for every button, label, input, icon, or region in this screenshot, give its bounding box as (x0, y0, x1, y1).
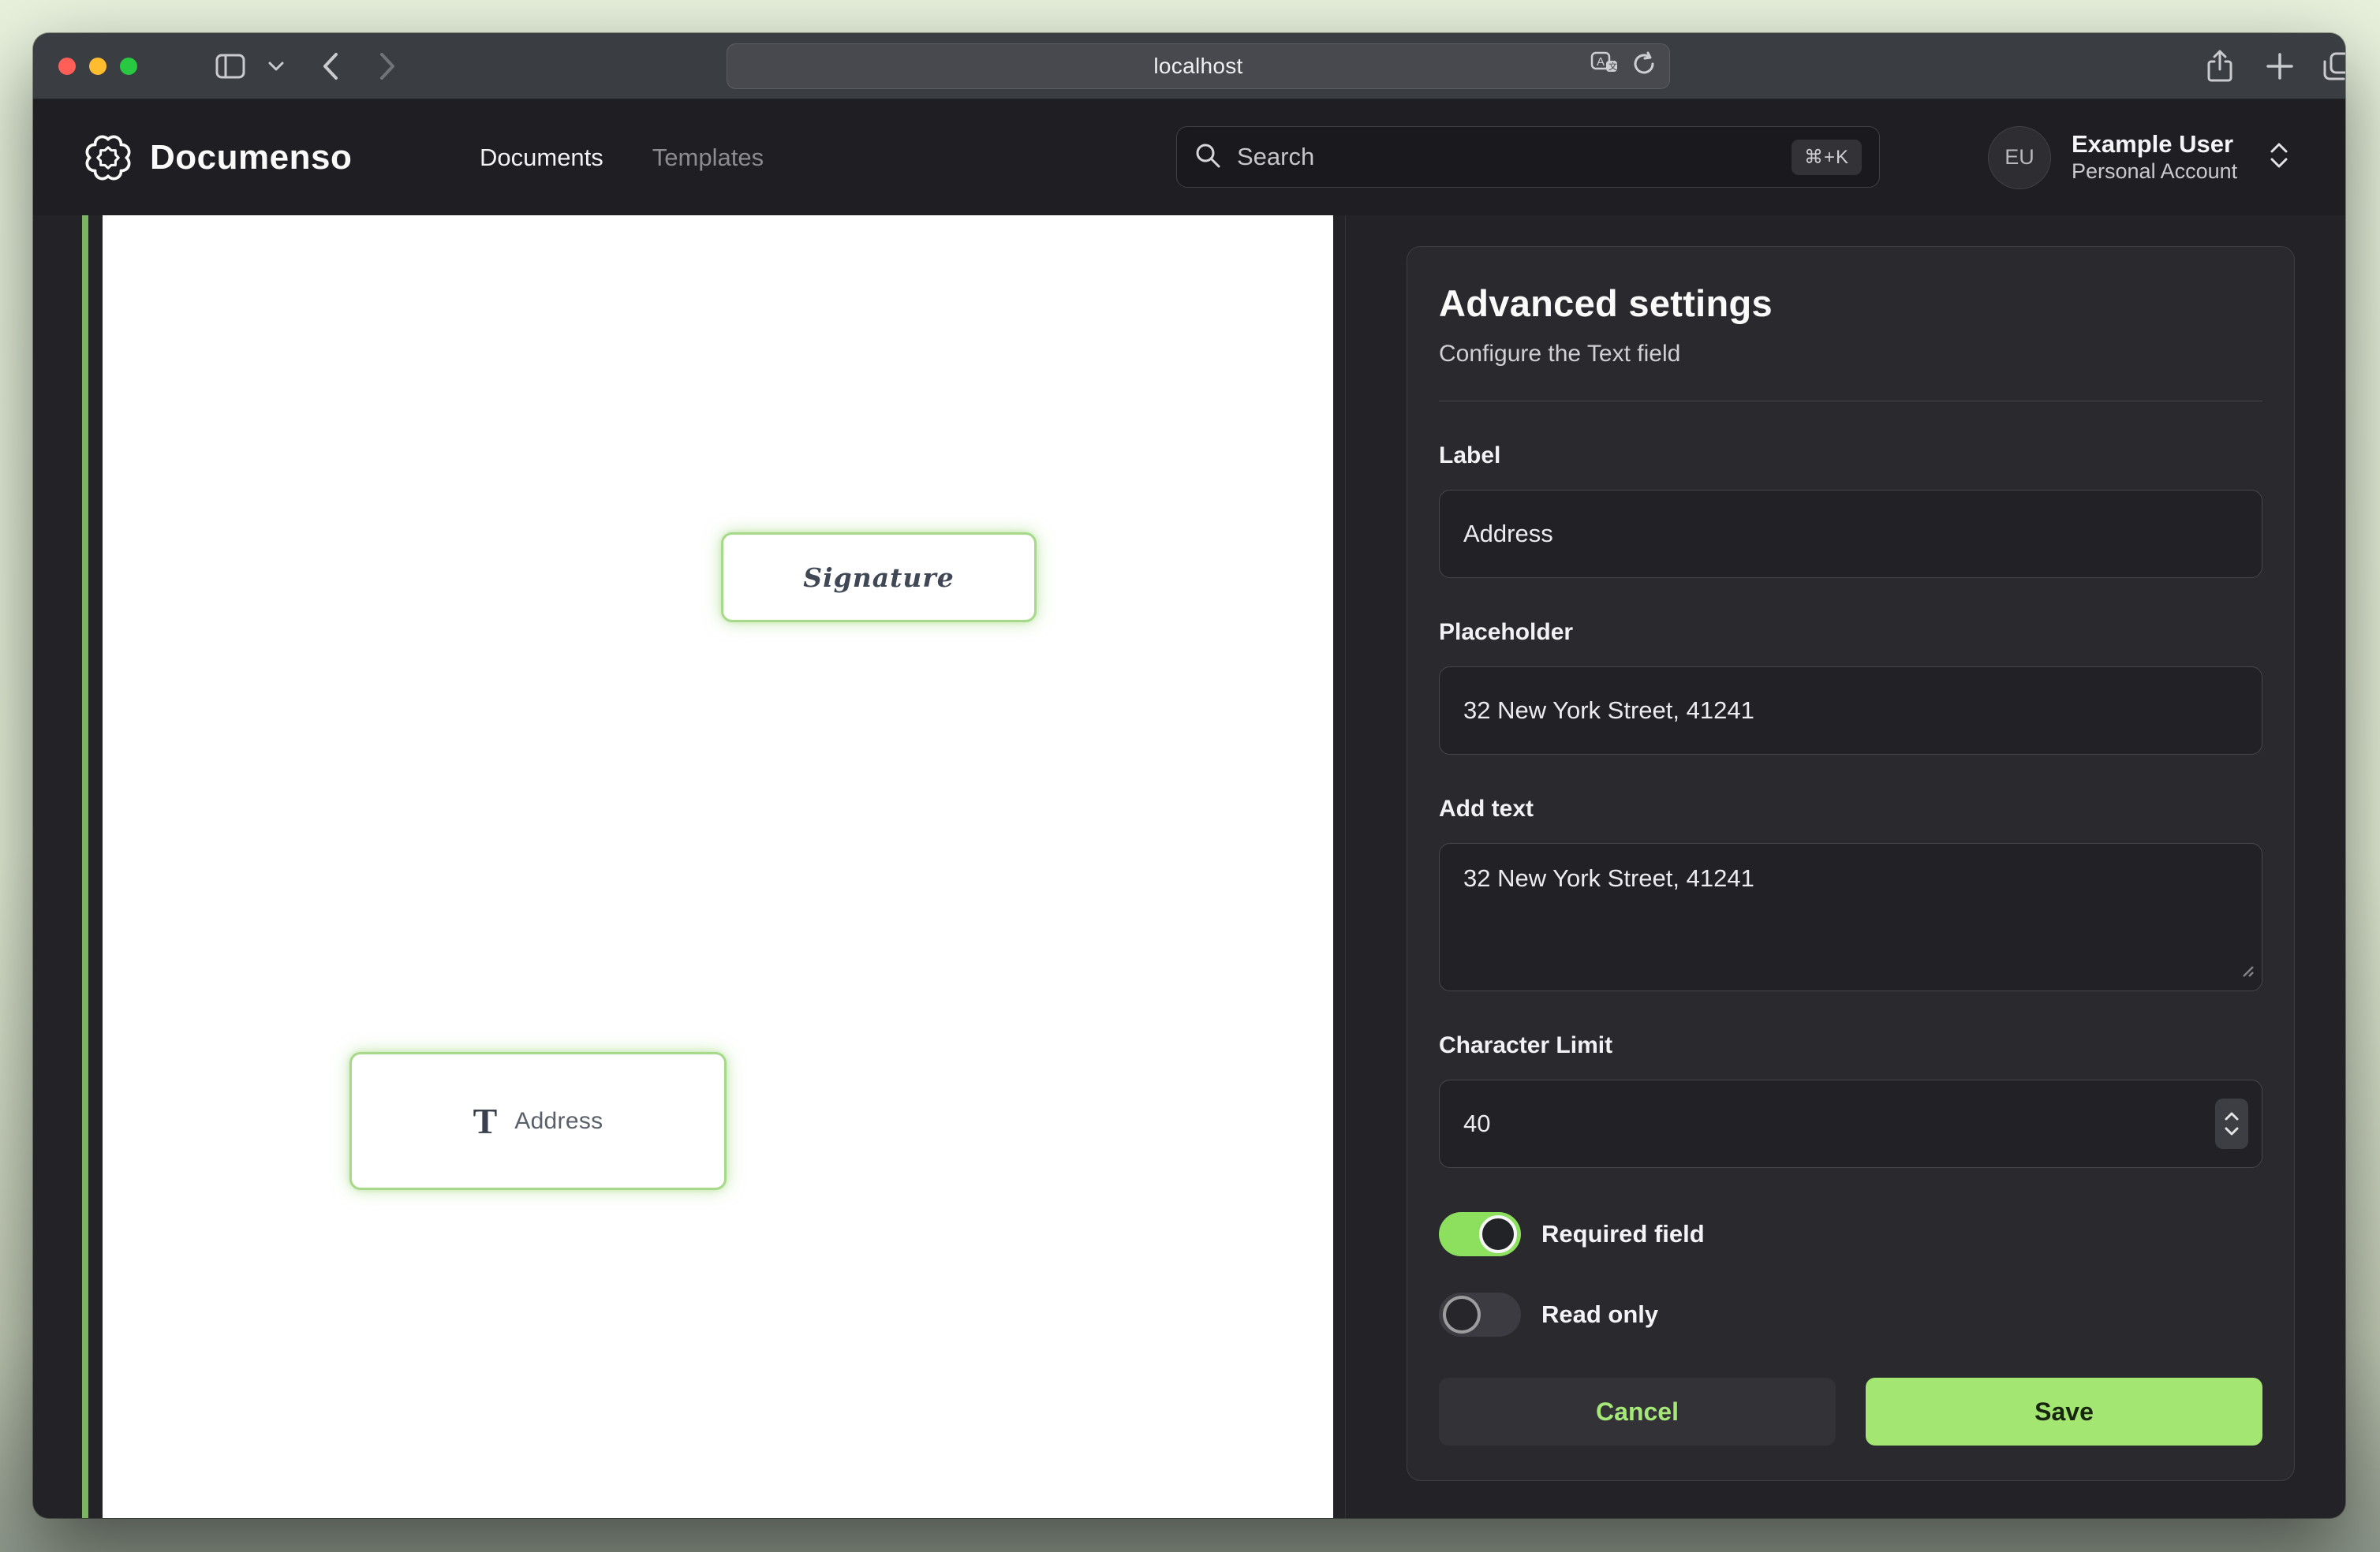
traffic-lights (58, 58, 137, 75)
close-window-button[interactable] (58, 58, 76, 75)
panel-subtitle: Configure the Text field (1439, 341, 2262, 367)
nav-item-documents[interactable]: Documents (480, 144, 603, 172)
share-icon[interactable] (2196, 33, 2244, 99)
brand-logo-link[interactable]: Documenso (84, 99, 352, 215)
back-button[interactable] (311, 33, 350, 99)
new-tab-icon[interactable] (2256, 33, 2303, 99)
user-name: Example User (2072, 129, 2237, 159)
save-button[interactable]: Save (1866, 1378, 2262, 1446)
search-input[interactable] (1237, 143, 1776, 171)
signature-field[interactable]: Signature (721, 532, 1037, 622)
text-field-address[interactable]: T Address (349, 1052, 727, 1190)
nav-item-templates[interactable]: Templates (652, 144, 764, 172)
reload-icon[interactable] (1631, 51, 1657, 82)
text-type-icon: T (473, 1103, 498, 1140)
label-field-label: Label (1439, 442, 2262, 469)
search-shortcut-badge: ⌘+K (1792, 140, 1862, 175)
label-input[interactable] (1439, 490, 2262, 578)
required-field-label: Required field (1541, 1220, 1705, 1248)
main-nav: Documents Templates (480, 99, 764, 215)
translate-icon[interactable]: A文 (1590, 51, 1619, 82)
zoom-window-button[interactable] (120, 58, 137, 75)
sidebar-toggle-icon[interactable] (208, 33, 252, 99)
read-only-toggle[interactable] (1439, 1293, 1521, 1337)
chevron-down-icon[interactable] (260, 33, 292, 99)
read-only-label: Read only (1541, 1300, 1658, 1329)
svg-text:文: 文 (1608, 61, 1617, 72)
number-stepper[interactable] (2215, 1099, 2248, 1149)
stepper-up-icon (2224, 1111, 2240, 1121)
text-field-label: Address (514, 1108, 603, 1135)
character-limit-input[interactable] (1439, 1080, 2262, 1168)
forward-button[interactable] (368, 33, 407, 99)
advanced-settings-card: Advanced settings Configure the Text fie… (1407, 246, 2295, 1481)
settings-panel: Advanced settings Configure the Text fie… (1345, 215, 2345, 1518)
placeholder-input[interactable] (1439, 666, 2262, 755)
required-field-row: Required field (1439, 1212, 2262, 1256)
stepper-down-icon (2224, 1126, 2240, 1136)
search-icon (1194, 142, 1221, 173)
account-menu[interactable]: EU Example User Personal Account (1988, 99, 2289, 215)
document-viewer: Signature T Address (33, 215, 1345, 1518)
document-page: Signature T Address (103, 215, 1333, 1518)
cancel-button[interactable]: Cancel (1439, 1378, 1836, 1446)
add-text-field-label: Add text (1439, 796, 2262, 823)
signature-field-label: Signature (803, 562, 954, 593)
content-area: Signature T Address Advanced settings Co… (33, 215, 2345, 1518)
add-text-textarea[interactable]: 32 New York Street, 41241 (1439, 843, 2262, 991)
tab-overview-icon[interactable] (2315, 33, 2345, 99)
app-header: Documenso Documents Templates ⌘+K EU Exa… (33, 99, 2345, 215)
minimize-window-button[interactable] (89, 58, 106, 75)
read-only-row: Read only (1439, 1293, 2262, 1337)
browser-window: localhost A文 (33, 33, 2345, 1518)
user-account-type: Personal Account (2072, 159, 2237, 185)
url-text: localhost (1153, 54, 1242, 79)
search-bar[interactable]: ⌘+K (1176, 126, 1880, 188)
character-limit-field-label: Character Limit (1439, 1032, 2262, 1059)
avatar: EU (1988, 126, 2051, 189)
brand-name: Documenso (150, 138, 352, 177)
chevron-up-down-icon (2269, 141, 2289, 173)
panel-title: Advanced settings (1439, 282, 2262, 325)
page-edge-strip (82, 215, 88, 1518)
documenso-logo-icon (84, 133, 133, 182)
action-buttons: Cancel Save (1439, 1378, 2262, 1446)
browser-toolbar: localhost A文 (33, 33, 2345, 99)
placeholder-field-label: Placeholder (1439, 619, 2262, 646)
required-field-toggle[interactable] (1439, 1212, 1521, 1256)
address-bar[interactable]: localhost A文 (727, 43, 1670, 89)
svg-text:A: A (1597, 55, 1605, 69)
